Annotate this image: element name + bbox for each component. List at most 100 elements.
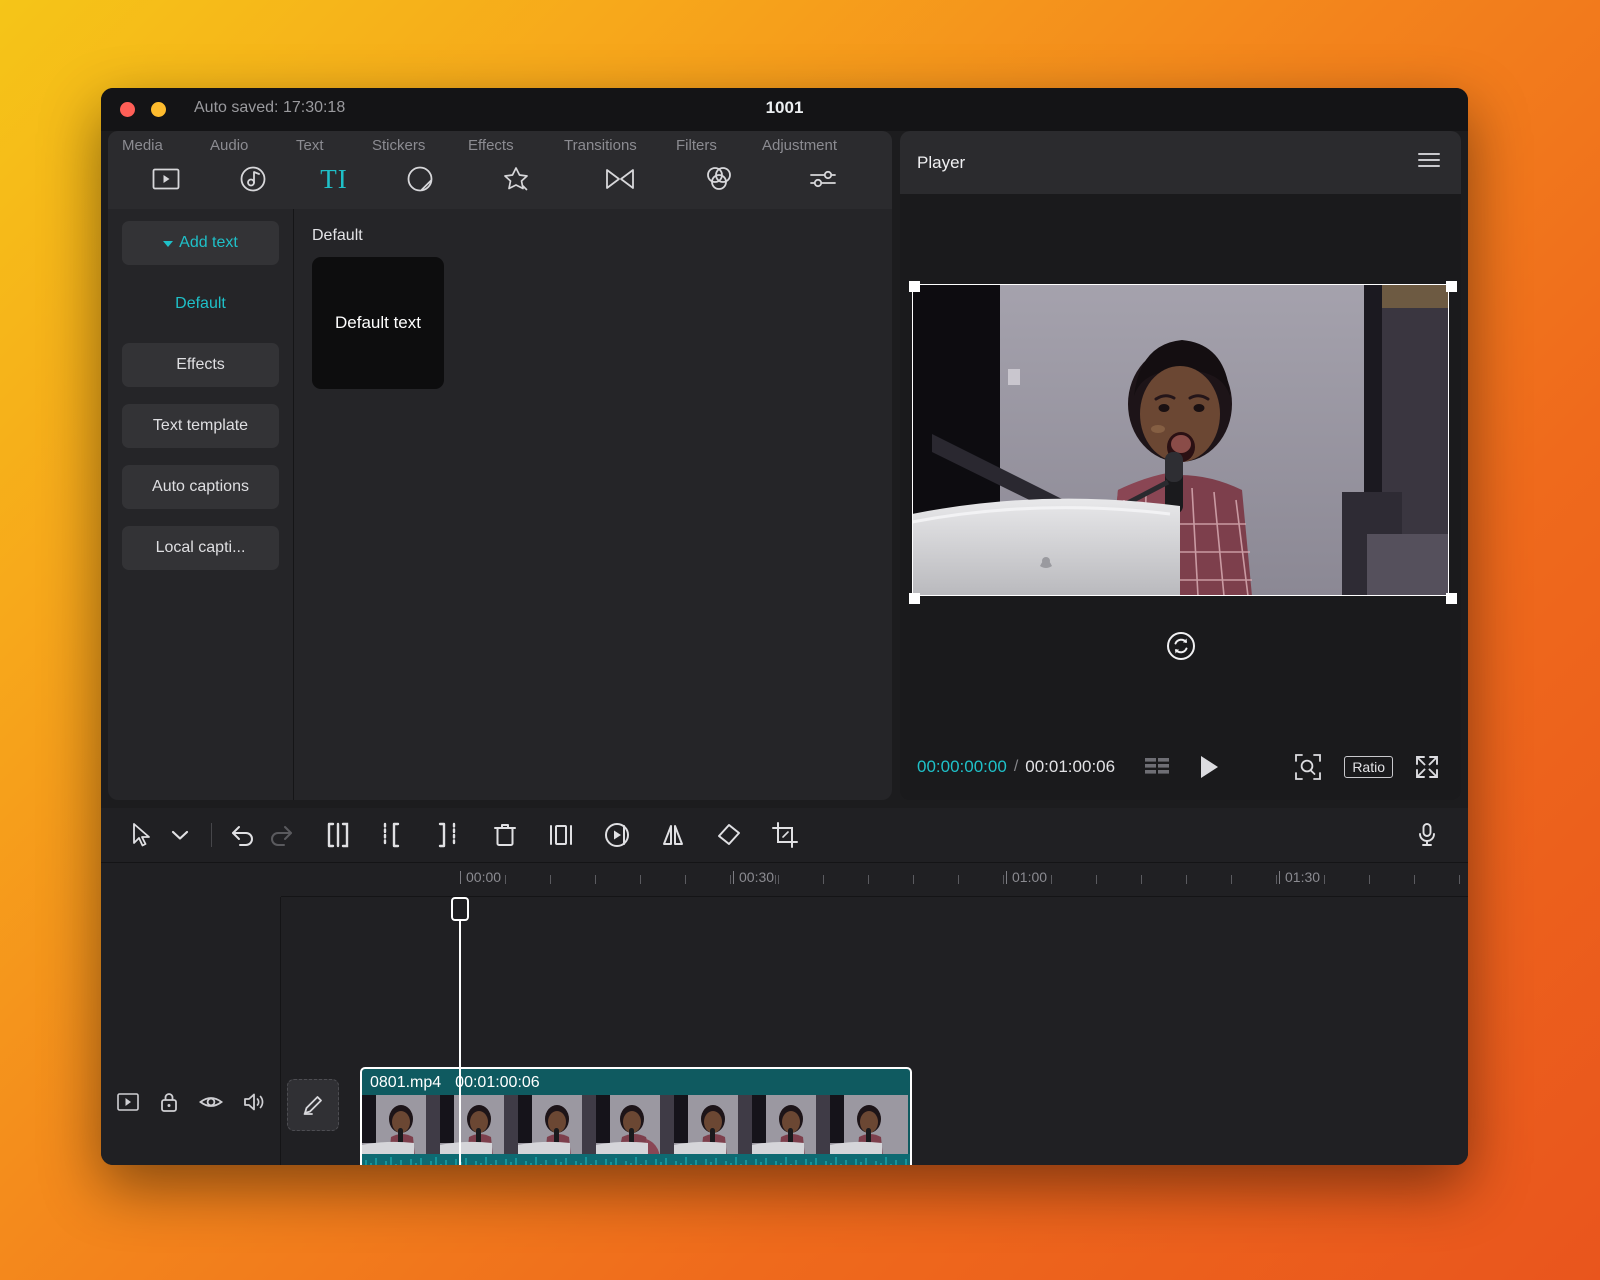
- window-title: 1001: [101, 98, 1468, 118]
- refresh-icon[interactable]: [1166, 631, 1196, 666]
- sidebar-item-effects[interactable]: Effects: [122, 343, 279, 387]
- sidebar-item-auto-captions[interactable]: Auto captions: [122, 465, 279, 509]
- ratio-button[interactable]: Ratio: [1344, 756, 1393, 778]
- chevron-down-icon[interactable]: [161, 816, 199, 854]
- video-track-icon[interactable]: [117, 1093, 139, 1111]
- selection-handle-tl[interactable]: [909, 281, 920, 292]
- media-icon: [122, 164, 210, 194]
- pencil-icon[interactable]: [287, 1079, 339, 1131]
- total-timecode: 00:01:00:06: [1025, 757, 1115, 777]
- sidebar-item-local-captions[interactable]: Local capti...: [122, 526, 279, 570]
- ruler-label-1: 00:30: [739, 869, 774, 885]
- audio-icon: [210, 164, 296, 194]
- titlebar: Auto saved: 17:30:18 1001: [101, 88, 1468, 131]
- tab-stickers[interactable]: Stickers: [372, 164, 468, 209]
- timeline: 00:00 00:30 01:00 01:30: [101, 808, 1468, 1165]
- split-icon[interactable]: [318, 816, 356, 854]
- tab-media-label: Media: [122, 137, 163, 154]
- tab-effects[interactable]: Effects: [468, 164, 564, 209]
- selection-handle-tr[interactable]: [1446, 281, 1457, 292]
- sidebar-item-add-text[interactable]: Add text: [122, 221, 279, 265]
- cursor-icon[interactable]: [123, 816, 161, 854]
- adjustment-icon: [762, 164, 884, 194]
- top-area: Media Audio TI Text: [101, 131, 1468, 808]
- video-selection-box[interactable]: [912, 284, 1449, 596]
- ruler-label-3: 01:30: [1285, 869, 1320, 885]
- clip-thumbnail: [752, 1095, 830, 1157]
- default-text-card-label: Default text: [335, 313, 421, 333]
- clip-waveform: [362, 1154, 910, 1165]
- selection-handle-bl[interactable]: [909, 593, 920, 604]
- left-panel: Media Audio TI Text: [108, 131, 892, 800]
- selection-handle-br[interactable]: [1446, 593, 1457, 604]
- clip-thumbnail: [362, 1095, 440, 1157]
- eye-icon[interactable]: [199, 1093, 223, 1111]
- transitions-icon: [564, 164, 676, 194]
- clip-duration: 00:01:00:06: [455, 1074, 540, 1092]
- crop-icon[interactable]: [766, 816, 804, 854]
- tab-text[interactable]: TI Text: [296, 164, 372, 209]
- tab-adjustment-label: Adjustment: [762, 137, 837, 154]
- tab-transitions-label: Transitions: [564, 137, 637, 154]
- fullscreen-icon[interactable]: [1415, 755, 1439, 779]
- sidebar-item-add-text-label: Add text: [179, 234, 238, 252]
- default-text-card[interactable]: Default text: [312, 257, 444, 389]
- rotate-icon[interactable]: [710, 816, 748, 854]
- tab-adjustment[interactable]: Adjustment: [762, 164, 884, 209]
- speed-icon[interactable]: [598, 816, 636, 854]
- sidebar-item-text-template[interactable]: Text template: [122, 404, 279, 448]
- track-area: 0801.mp4 00:01:00:06: [101, 897, 1468, 1165]
- player-header: Player: [900, 131, 1461, 194]
- clip-thumbnail: [518, 1095, 596, 1157]
- tab-bar: Media Audio TI Text: [108, 131, 892, 209]
- timeline-toolbar: [101, 808, 1468, 863]
- current-timecode[interactable]: 00:00:00:00: [917, 757, 1007, 777]
- sidebar-item-text-template-label: Text template: [153, 417, 248, 435]
- timecode-separator: /: [1014, 758, 1018, 776]
- freeze-frame-icon[interactable]: [542, 816, 580, 854]
- clip-thumbnail: [830, 1095, 908, 1157]
- sidebar-item-default-label: Default: [175, 295, 226, 313]
- delete-icon[interactable]: [486, 816, 524, 854]
- play-icon[interactable]: [1199, 755, 1219, 779]
- tab-filters-label: Filters: [676, 137, 717, 154]
- redo-icon[interactable]: [262, 816, 300, 854]
- timeline-clip[interactable]: 0801.mp4 00:01:00:06: [360, 1067, 912, 1165]
- sidebar-item-effects-label: Effects: [176, 356, 225, 374]
- clip-thumbnail: [440, 1095, 518, 1157]
- sidebar-item-default[interactable]: Default: [122, 282, 279, 326]
- mirror-icon[interactable]: [654, 816, 692, 854]
- undo-icon[interactable]: [224, 816, 262, 854]
- trim-left-icon[interactable]: [374, 816, 412, 854]
- hamburger-menu-icon[interactable]: [1417, 151, 1441, 174]
- tab-effects-label: Effects: [468, 137, 514, 154]
- clip-label: 0801.mp4 00:01:00:06: [362, 1069, 910, 1097]
- playhead-knob[interactable]: [451, 897, 469, 921]
- tab-media[interactable]: Media: [122, 164, 210, 209]
- tab-filters[interactable]: Filters: [676, 164, 762, 209]
- microphone-icon[interactable]: [1408, 816, 1446, 854]
- content-group-label: Default: [312, 227, 892, 245]
- playhead[interactable]: [459, 897, 461, 1165]
- timeline-ruler[interactable]: 00:00 00:30 01:00 01:30: [281, 863, 1468, 897]
- track-controls: [117, 1091, 267, 1113]
- lock-icon[interactable]: [159, 1091, 179, 1113]
- stickers-icon: [372, 164, 468, 194]
- zoom-focus-icon[interactable]: [1294, 753, 1322, 781]
- speaker-icon[interactable]: [243, 1092, 267, 1112]
- clip-thumbnail: [596, 1095, 674, 1157]
- player-stage: [900, 194, 1461, 734]
- tab-audio-label: Audio: [210, 137, 248, 154]
- clip-name: 0801.mp4: [370, 1074, 441, 1092]
- tab-audio[interactable]: Audio: [210, 164, 296, 209]
- tab-transitions[interactable]: Transitions: [564, 164, 676, 209]
- app-window: Auto saved: 17:30:18 1001 Media Audio: [101, 88, 1468, 1165]
- track-header: [101, 897, 281, 1165]
- quality-bars-icon[interactable]: [1145, 757, 1171, 777]
- tab-stickers-label: Stickers: [372, 137, 425, 154]
- panel-body: Add text Default Effects Text template A…: [108, 209, 892, 800]
- toolbar-divider: [211, 823, 212, 847]
- player-panel: Player: [900, 131, 1461, 800]
- content-area: Default Default text: [294, 209, 892, 800]
- trim-right-icon[interactable]: [430, 816, 468, 854]
